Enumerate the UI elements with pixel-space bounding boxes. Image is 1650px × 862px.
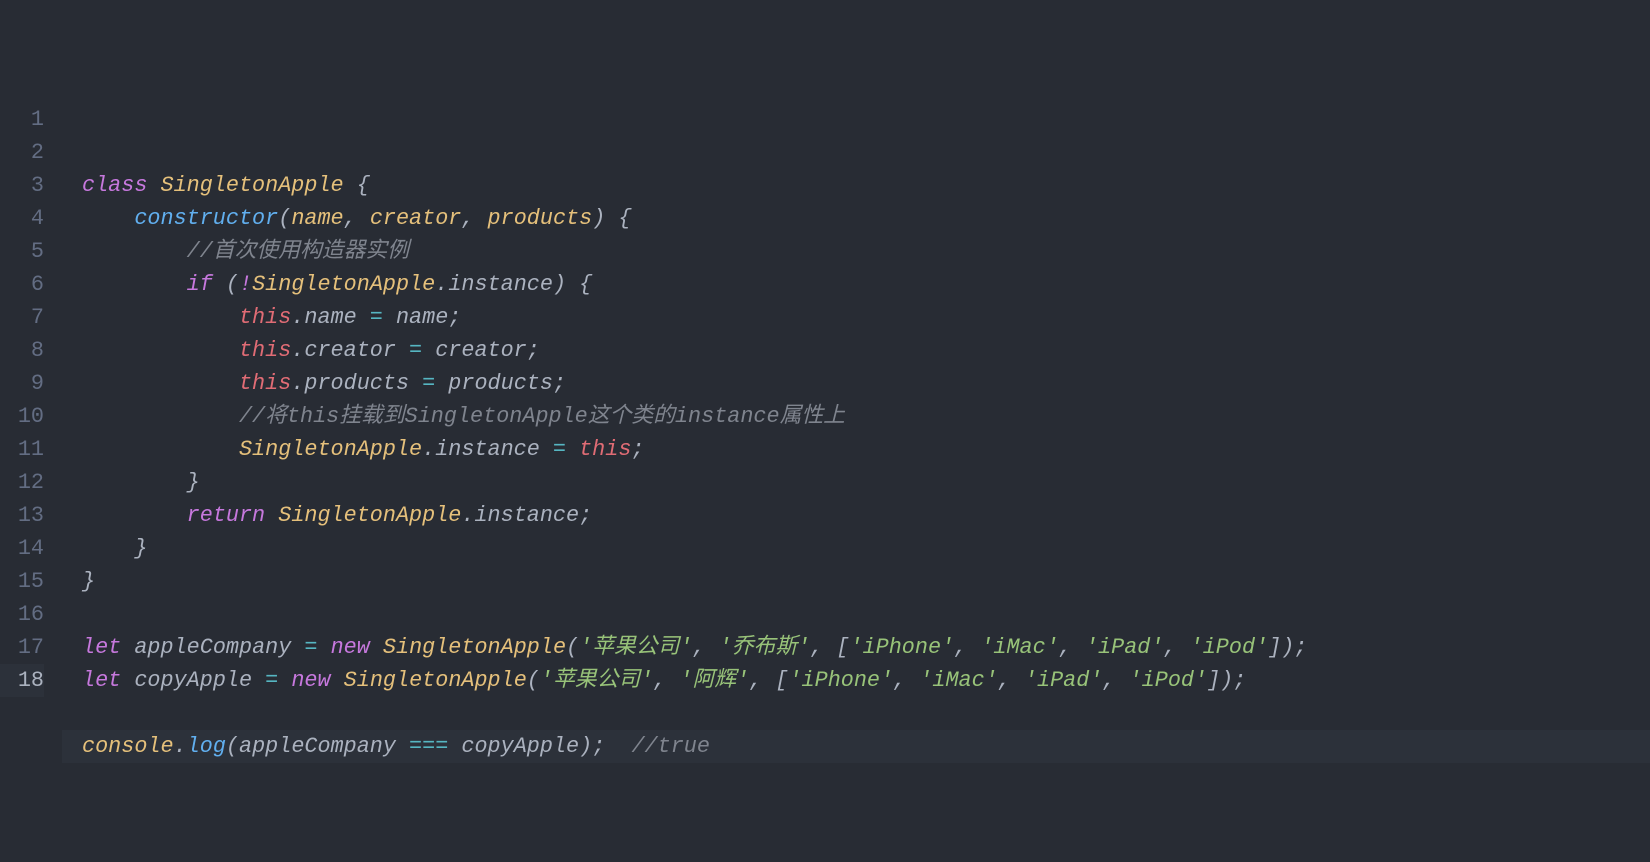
line-number: 10 — [0, 400, 44, 433]
line-number: 15 — [0, 565, 44, 598]
param-creator: creator — [370, 206, 462, 231]
keyword-class: class — [82, 173, 147, 198]
code-line: this.name = name; — [82, 301, 1307, 334]
code-line — [82, 598, 1307, 631]
line-number: 4 — [0, 202, 44, 235]
code-line — [82, 697, 1307, 730]
code-line: class SingletonApple { — [82, 169, 1307, 202]
line-number: 14 — [0, 532, 44, 565]
line-number: 16 — [0, 598, 44, 631]
code-line: //首次使用构造器实例 — [82, 235, 1307, 268]
keyword-return: return — [187, 503, 265, 528]
string: '苹果公司' — [579, 635, 692, 660]
operator-strict-equal: === — [396, 734, 461, 759]
brace-close: } — [134, 536, 147, 561]
brace-close: } — [82, 569, 95, 594]
code-line: } — [82, 565, 1307, 598]
operator-not: ! — [239, 272, 252, 297]
code-line: let copyApple = new SingletonApple('苹果公司… — [82, 664, 1307, 697]
string: '乔布斯' — [719, 635, 811, 660]
code-line-active: console.log(appleCompany === copyApple);… — [62, 730, 1650, 763]
code-area[interactable]: class SingletonApple { constructor(name,… — [62, 100, 1307, 732]
brace-close: } — [187, 470, 200, 495]
line-number: 11 — [0, 433, 44, 466]
comment: //将this挂载到SingletonApple这个类的instance属性上 — [239, 404, 845, 429]
keyword-if: if — [187, 272, 213, 297]
param-name: name — [291, 206, 343, 231]
line-number: 6 — [0, 268, 44, 301]
keyword-this: this — [239, 371, 291, 396]
code-line: this.products = products; — [82, 367, 1307, 400]
line-number-gutter: 123456789101112131415161718 — [0, 100, 62, 732]
code-line: return SingletonApple.instance; — [82, 499, 1307, 532]
method-log: log — [187, 734, 226, 759]
string: '阿辉' — [679, 668, 749, 693]
class-name: SingletonApple — [161, 173, 344, 198]
code-line: this.creator = creator; — [82, 334, 1307, 367]
var-appleCompany: appleCompany — [134, 635, 291, 660]
prop-instance: instance — [435, 437, 540, 462]
code-line: //将this挂载到SingletonApple这个类的instance属性上 — [82, 400, 1307, 433]
keyword-new: new — [331, 635, 370, 660]
keyword-let: let — [82, 635, 121, 660]
line-number: 5 — [0, 235, 44, 268]
var-copyApple: copyApple — [134, 668, 252, 693]
code-editor[interactable]: 123456789101112131415161718 class Single… — [0, 100, 1650, 732]
constructor: constructor — [134, 206, 278, 231]
line-number: 1 — [0, 103, 44, 136]
keyword-let: let — [82, 668, 121, 693]
prop-products: products — [304, 371, 409, 396]
line-number: 12 — [0, 466, 44, 499]
prop-instance: instance — [448, 272, 553, 297]
keyword-this: this — [579, 437, 631, 462]
line-number: 3 — [0, 169, 44, 202]
prop-name: name — [304, 305, 356, 330]
code-line: } — [82, 466, 1307, 499]
console: console — [82, 734, 174, 759]
code-line: if (!SingletonApple.instance) { — [82, 268, 1307, 301]
line-number: 7 — [0, 301, 44, 334]
line-number: 17 — [0, 631, 44, 664]
line-number: 9 — [0, 367, 44, 400]
comment: //true — [631, 734, 709, 759]
param-products: products — [488, 206, 593, 231]
line-number: 13 — [0, 499, 44, 532]
string: '苹果公司' — [540, 668, 653, 693]
line-number: 2 — [0, 136, 44, 169]
line-number: 18 — [0, 664, 44, 697]
keyword-this: this — [239, 338, 291, 363]
keyword-new: new — [291, 668, 330, 693]
code-line: constructor(name, creator, products) { — [82, 202, 1307, 235]
code-line: } — [82, 532, 1307, 565]
prop-creator: creator — [304, 338, 396, 363]
line-number: 8 — [0, 334, 44, 367]
keyword-this: this — [239, 305, 291, 330]
code-line: let appleCompany = new SingletonApple('苹… — [82, 631, 1307, 664]
code-line: SingletonApple.instance = this; — [82, 433, 1307, 466]
comment: //首次使用构造器实例 — [187, 239, 409, 264]
